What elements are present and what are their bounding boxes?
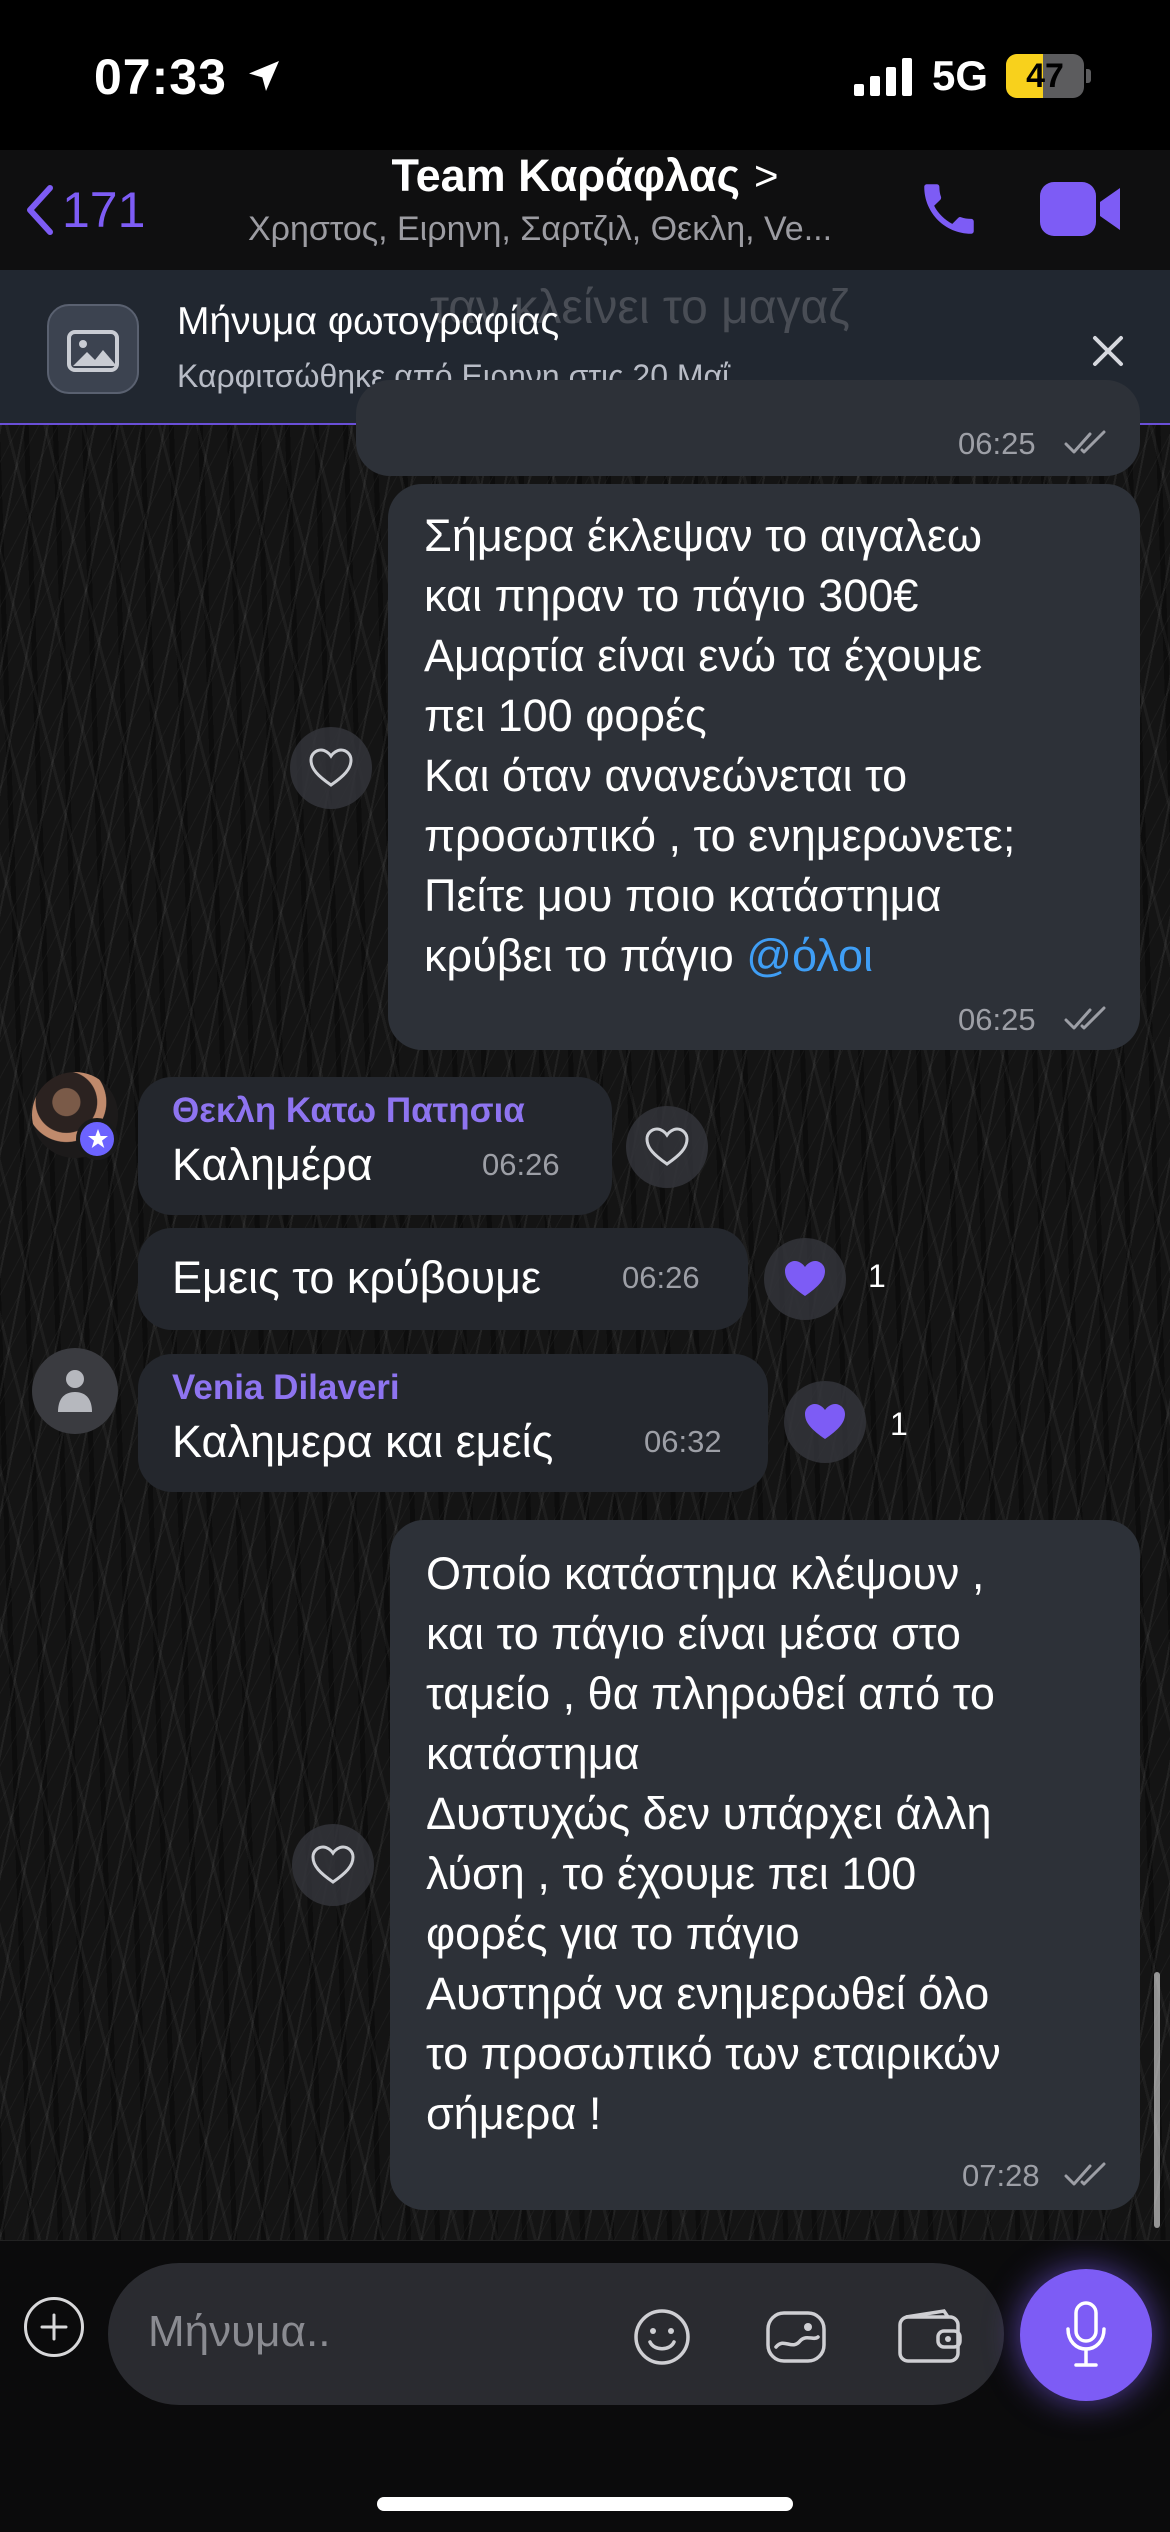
- battery-percent: 47: [1026, 57, 1064, 95]
- message-bubble-outgoing[interactable]: Σήμερα έκλεψαν το αιγαλεω και πηραν το π…: [388, 484, 1140, 1050]
- double-check-icon: [1064, 430, 1106, 454]
- heart-icon: [805, 1404, 845, 1439]
- message-text: Καλημέρα: [172, 1139, 373, 1190]
- message-time: 06:25: [958, 426, 1036, 461]
- back-chevron-icon: [27, 185, 53, 235]
- double-check-icon: [1064, 2162, 1106, 2186]
- admin-star-badge: [76, 1118, 118, 1160]
- location-arrow-icon: [249, 61, 279, 91]
- pinned-title: Μήνυμα φωτογραφίας: [177, 300, 560, 343]
- voice-message-button[interactable]: [1020, 2269, 1152, 2401]
- message-time: 06:26: [622, 1260, 700, 1295]
- reaction-count[interactable]: 1: [890, 1406, 908, 1443]
- reaction-count[interactable]: 1: [868, 1258, 886, 1295]
- heart-icon: [311, 1845, 355, 1884]
- message-time: 07:28: [962, 2158, 1040, 2193]
- message-bubble-outgoing[interactable]: 06:25: [356, 380, 1140, 476]
- sender-name[interactable]: Venia Dilaveri: [172, 1368, 400, 1408]
- person-icon: [58, 1370, 92, 1412]
- heart-icon: [309, 748, 353, 787]
- message-time: 06:25: [958, 1002, 1036, 1037]
- home-indicator[interactable]: [377, 2497, 793, 2511]
- close-icon[interactable]: [1087, 330, 1129, 372]
- status-bar: 07:33 5G 47: [0, 0, 1170, 150]
- message-bubble-incoming[interactable]: Εμεις το κρύβουμε 06:26: [138, 1228, 748, 1330]
- reaction-heart-button[interactable]: [764, 1238, 846, 1320]
- sticker-icon[interactable]: [764, 2307, 828, 2367]
- group-title-area: Team Καράφλας >: [0, 150, 1170, 202]
- message-text: Σήμερα έκλεψαν το αιγαλεω και πηραν το π…: [424, 510, 1016, 981]
- scroll-indicator[interactable]: [1154, 1972, 1160, 2228]
- message-bubble-incoming[interactable]: Venia Dilaveri Καλημερα και εμείς 06:32: [138, 1354, 768, 1492]
- unread-count: 171: [62, 182, 146, 238]
- group-members[interactable]: Χρηστος, Ειρηνη, Σαρτζιλ, Θεκλη, Ve...: [214, 210, 866, 249]
- message-time: 06:32: [644, 1424, 722, 1459]
- react-heart-button[interactable]: [290, 727, 372, 809]
- network-type: 5G: [932, 52, 989, 99]
- battery-icon: 47: [1006, 54, 1091, 98]
- microphone-icon: [1066, 2301, 1106, 2367]
- chat-screen: 07:33 5G 47 171 Team Καράφλας > Χρηστος,…: [0, 0, 1170, 2532]
- phone-icon[interactable]: [916, 176, 982, 242]
- message-bubble-outgoing[interactable]: Οποίο κατάστημα κλέψουν , και το πάγιο ε…: [390, 1520, 1140, 2210]
- avatar-venia[interactable]: [32, 1348, 118, 1434]
- chat-header: 171 Team Καράφλας > Χρηστος, Ειρηνη, Σαρ…: [0, 150, 1170, 270]
- sender-name[interactable]: Θεκλη Κατω Πατησια: [172, 1091, 525, 1131]
- video-camera-icon[interactable]: [1040, 180, 1122, 238]
- message-input-placeholder[interactable]: Μήνυμα..: [148, 2307, 330, 2357]
- reaction-heart-button[interactable]: [784, 1381, 866, 1463]
- image-icon: [67, 330, 119, 372]
- chevron-right-icon: >: [754, 152, 779, 199]
- react-heart-button[interactable]: [626, 1106, 708, 1188]
- star-icon: [88, 1129, 108, 1148]
- group-title: Team Καράφλας: [391, 150, 740, 201]
- message-bubble-incoming[interactable]: Θεκλη Κατω Πατησια Καλημέρα 06:26: [138, 1077, 612, 1215]
- add-attachment-button[interactable]: [24, 2297, 84, 2357]
- message-input-field[interactable]: Μήνυμα..: [108, 2263, 1004, 2405]
- message-time: 06:26: [482, 1147, 560, 1182]
- double-check-icon: [1064, 1006, 1106, 1030]
- emoji-icon[interactable]: [632, 2307, 692, 2367]
- pinned-thumbnail: [47, 304, 139, 394]
- mention-all[interactable]: @όλοι: [746, 930, 873, 981]
- message-text: Καλημερα και εμείς: [172, 1416, 554, 1467]
- react-heart-button[interactable]: [292, 1824, 374, 1906]
- message-text: Οποίο κατάστημα κλέψουν , και το πάγιο ε…: [426, 1548, 1001, 2139]
- back-button[interactable]: 171: [22, 180, 145, 240]
- plus-icon: [40, 2313, 68, 2341]
- signal-icon: [854, 58, 912, 96]
- heart-icon: [785, 1261, 825, 1296]
- group-title-button[interactable]: Team Καράφλας >: [391, 150, 778, 202]
- message-composer: Μήνυμα..: [0, 2240, 1170, 2532]
- heart-icon: [645, 1127, 689, 1166]
- message-text: Εμεις το κρύβουμε: [172, 1252, 542, 1303]
- status-time: 07:33: [94, 49, 227, 105]
- wallet-icon[interactable]: [896, 2309, 964, 2365]
